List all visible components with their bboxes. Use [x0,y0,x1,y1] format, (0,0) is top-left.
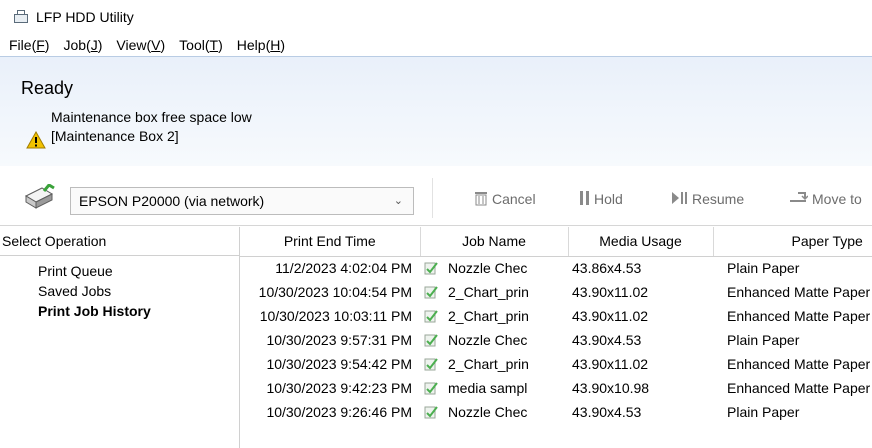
cell-paper-type: Plain Paper [713,256,872,281]
menu-bar: File(F) Job(J) View(V) Tool(T) Help(H) [0,34,872,56]
cell-print-end-time: 10/30/2023 10:04:54 PM [240,280,420,305]
cell-job-name: 2_Chart_print_ [420,304,568,329]
table-row[interactable]: 10/30/2023 9:42:23 PM media sample 43.90x1… [240,376,872,401]
table-row[interactable]: 10/30/2023 9:54:42 PM2_Chart_print_43.90… [240,352,872,377]
operation-saved-jobs[interactable]: Saved Jobs [0,281,239,301]
cell-media-usage: 43.90x10.98 [568,376,713,401]
status-panel: Ready Maintenance box free space low [Ma… [0,56,872,223]
table-row[interactable]: 10/30/2023 9:57:31 PM Nozzle Check 43.90x4… [240,328,872,353]
cell-paper-type: Enhanced Matte Paper [713,280,872,305]
trash-icon [474,190,488,209]
move-icon [788,191,809,208]
cell-job-name: media sample [420,376,568,401]
status-title: Ready [21,78,74,98]
cell-media-usage: 43.90x4.53 [568,328,713,353]
job-complete-icon [424,286,438,299]
toolbar: EPSON P20000 (via network) ⌄ Cancel Hold… [0,168,872,226]
column-print-end-time[interactable]: Print End Time [240,227,421,257]
cell-paper-type: Plain Paper [713,400,872,425]
column-paper-type[interactable]: Paper Type [713,227,872,257]
cell-job-name: Nozzle Check [420,328,568,353]
menu-tool[interactable]: Tool(T) [174,37,228,53]
cell-job-name: Nozzle Check [420,400,568,425]
cell-paper-type: Plain Paper [713,328,872,353]
cell-print-end-time: 11/2/2023 4:02:04 PM [240,256,420,281]
table-row[interactable]: 10/30/2023 10:04:54 PM2_Chart_print_43.9… [240,280,872,305]
title-bar: LFP HDD Utility [0,0,872,34]
job-complete-icon [424,262,438,275]
pause-icon [580,190,590,208]
cell-media-usage: 43.90x4.53 [568,400,713,425]
warning-message: Maintenance box free space low [Maintena… [51,109,252,144]
window-title: LFP HDD Utility [36,9,134,25]
table-row[interactable]: 11/2/2023 4:02:04 PM Nozzle Check 43.86x4.… [240,256,872,281]
operation-print-job-history[interactable]: Print Job History [0,301,239,321]
cell-media-usage: 43.90x11.02 [568,304,713,329]
cell-job-name: 2_Chart_print_ [420,352,568,377]
job-complete-icon [424,334,438,347]
cell-paper-type: Enhanced Matte Paper [713,352,872,377]
chevron-down-icon: ⌄ [393,195,403,207]
cell-print-end-time: 10/30/2023 9:57:31 PM [240,328,420,353]
operation-pane: Select Operation Print Queue Saved Jobs … [0,227,240,448]
job-complete-icon [424,406,438,419]
operation-list: Print Queue Saved Jobs Print Job History [0,256,239,321]
cancel-button[interactable]: Cancel [474,186,536,212]
cell-print-end-time: 10/30/2023 9:26:46 PM [240,400,420,425]
hold-button[interactable]: Hold [580,186,623,212]
menu-file[interactable]: File(F) [4,37,54,53]
cell-paper-type: Enhanced Matte Paper [713,304,872,329]
column-media-usage[interactable]: Media Usage [568,227,714,257]
table-row[interactable]: 10/30/2023 10:03:11 PM2_Chart_print_43.9… [240,304,872,329]
column-job-name[interactable]: Job Name [420,227,569,257]
cell-paper-type: Enhanced Matte Paper [713,376,872,401]
cell-media-usage: 43.86x4.53 [568,256,713,281]
cell-media-usage: 43.90x11.02 [568,352,713,377]
job-complete-icon [424,382,438,395]
operation-print-queue[interactable]: Print Queue [0,261,239,281]
move-to-button[interactable]: Move to [788,186,862,212]
printer-icon [24,184,55,209]
warning-icon [26,131,46,149]
toolbar-separator [432,178,433,218]
cell-media-usage: 43.90x11.02 [568,280,713,305]
job-complete-icon [424,310,438,323]
printer-select[interactable]: EPSON P20000 (via network) ⌄ [70,187,414,215]
job-history-table: Print End Time Job Name Media Usage Pape… [240,227,872,448]
menu-job[interactable]: Job(J) [58,37,107,53]
cell-job-name: 2_Chart_print_ [420,280,568,305]
menu-view[interactable]: View(V) [111,37,170,53]
cell-print-end-time: 10/30/2023 10:03:11 PM [240,304,420,329]
operation-header: Select Operation [0,227,239,256]
resume-button[interactable]: Resume [672,186,744,212]
cell-print-end-time: 10/30/2023 9:54:42 PM [240,352,420,377]
cell-job-name: Nozzle Check [420,256,568,281]
job-complete-icon [424,358,438,371]
cell-print-end-time: 10/30/2023 9:42:23 PM [240,376,420,401]
app-icon [14,10,30,24]
table-row[interactable]: 10/30/2023 9:26:46 PM Nozzle Check 43.90x4… [240,400,872,425]
play-pause-icon [672,191,688,207]
menu-help[interactable]: Help(H) [232,37,290,53]
